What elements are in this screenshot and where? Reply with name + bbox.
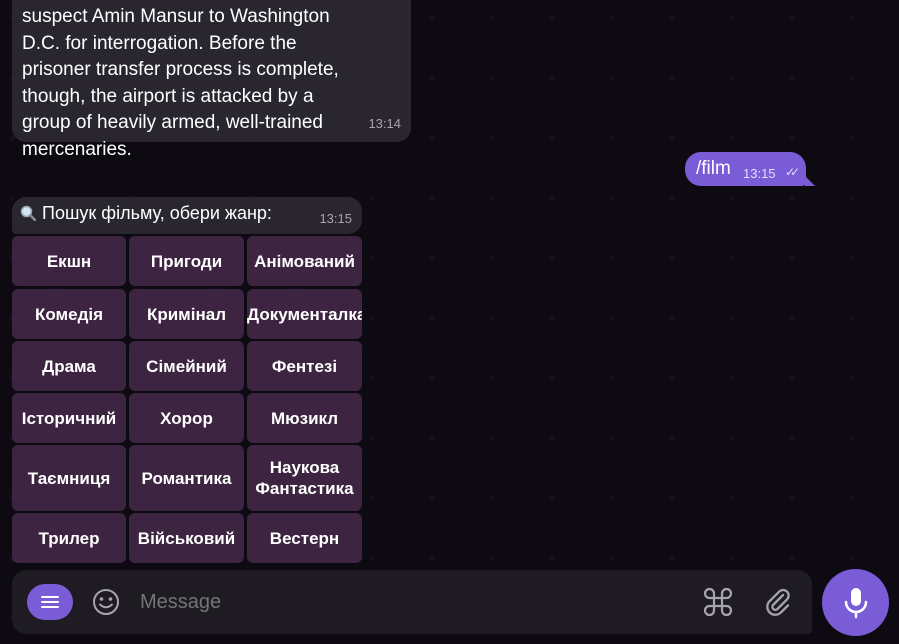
keyboard-button[interactable]: Комедія — [12, 289, 126, 339]
keyboard-button[interactable]: Драма — [12, 341, 126, 391]
keyboard-button[interactable]: Кримінал — [129, 289, 244, 339]
emoji-icon[interactable] — [91, 587, 121, 622]
keyboard-button[interactable]: Мюзикл — [247, 393, 362, 443]
bot-prompt: Пошук фільму, обери жанр: — [42, 203, 272, 223]
message-composer — [12, 570, 812, 634]
microphone-button[interactable] — [822, 569, 889, 636]
keyboard-button[interactable]: Анімований — [247, 236, 362, 286]
keyboard-button[interactable]: Романтика — [129, 445, 244, 511]
keyboard-button[interactable]: Хорор — [129, 393, 244, 443]
paperclip-icon[interactable] — [762, 586, 794, 623]
keyboard-button[interactable]: Вестерн — [247, 513, 362, 563]
keyboard-button[interactable]: Наукова Фантастика — [247, 445, 362, 511]
keyboard-button[interactable]: Трилер — [12, 513, 126, 563]
message-text: suspect Amin Mansur to Washington D.C. f… — [22, 6, 339, 160]
keyboard-button[interactable]: Таємниця — [12, 445, 126, 511]
keyboard-button[interactable]: Фентезі — [247, 341, 362, 391]
incoming-message: suspect Amin Mansur to Washington D.C. f… — [12, 0, 411, 160]
keyboard-button[interactable]: Пригоди — [129, 236, 244, 286]
outgoing-message: /film 13:15 ✓✓ — [685, 152, 815, 186]
command-text: /film — [696, 158, 731, 179]
double-check-icon: ✓✓ — [785, 165, 800, 179]
message-time: 13:15 — [319, 211, 352, 226]
keyboard-button[interactable]: Екшн — [12, 236, 126, 286]
microphone-icon — [841, 586, 871, 625]
chat-area: suspect Amin Mansur to Washington D.C. f… — [0, 0, 899, 644]
keyboard-button[interactable]: Історичний — [12, 393, 126, 443]
bot-message: Пошук фільму, обери жанр: 13:15 — [12, 197, 362, 234]
magnifier-icon — [20, 205, 37, 222]
message-time: 13:14 — [368, 115, 401, 131]
keyboard-button[interactable]: Військовий — [129, 513, 244, 563]
message-input[interactable] — [140, 591, 660, 614]
keyboard-button[interactable]: Сімейний — [129, 341, 244, 391]
message-time: 13:15 — [743, 166, 776, 181]
keyboard-button[interactable]: Документалка — [247, 289, 362, 339]
command-icon[interactable] — [702, 586, 734, 623]
menu-button[interactable] — [27, 584, 73, 620]
